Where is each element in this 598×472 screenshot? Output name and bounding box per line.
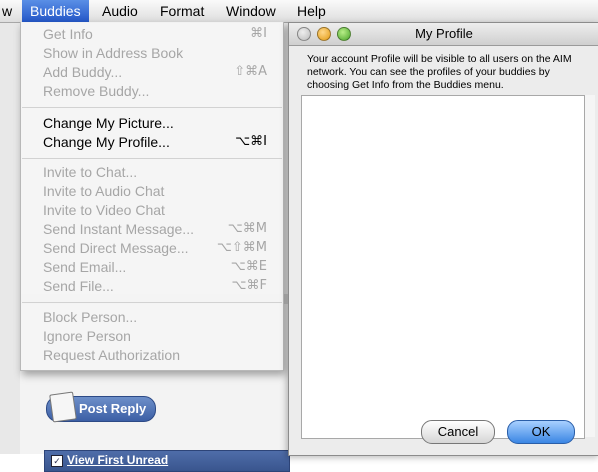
menu-audio[interactable]: Audio	[102, 0, 138, 22]
checkbox-icon: ✓	[51, 455, 63, 467]
menu-item-ignore-person[interactable]: Ignore Person	[21, 327, 283, 346]
post-reply-label: Post Reply	[79, 401, 147, 416]
background-left-strip	[0, 22, 20, 454]
view-first-unread-link[interactable]: View First Unread	[67, 453, 168, 467]
menu-item-invite-to-chat[interactable]: Invite to Chat...	[21, 163, 283, 182]
menu-item-send-direct-message[interactable]: Send Direct Message... ⌥⇧⌘M	[21, 239, 283, 258]
menu-item-invite-to-audio-chat[interactable]: Invite to Audio Chat	[21, 182, 283, 201]
menu-item-request-authorization[interactable]: Request Authorization	[21, 346, 283, 365]
menu-item-send-email[interactable]: Send Email... ⌥⌘E	[21, 258, 283, 277]
buddies-menu: Get Info ⌘I Show in Address Book Add Bud…	[20, 22, 284, 371]
post-reply-button[interactable]: Post Reply	[46, 391, 156, 423]
menu-item-remove-buddy[interactable]: Remove Buddy...	[21, 82, 283, 101]
menu-item-change-my-profile[interactable]: Change My Profile... ⌥⌘I	[21, 133, 283, 152]
menu-item-send-instant-message[interactable]: Send Instant Message... ⌥⌘M	[21, 220, 283, 239]
menu-window[interactable]: Window	[226, 0, 276, 22]
editor-scrollbar[interactable]	[585, 95, 595, 437]
menu-item-change-my-picture[interactable]: Change My Picture...	[21, 114, 283, 133]
my-profile-window: My Profile Your account Profile will be …	[288, 22, 598, 456]
menu-item-show-in-address-book[interactable]: Show in Address Book	[21, 44, 283, 63]
profile-description: Your account Profile will be visible to …	[307, 53, 572, 91]
menu-item-get-info[interactable]: Get Info ⌘I	[21, 25, 283, 44]
menu-bar: w Buddies Audio Format Window Help	[0, 0, 598, 23]
menu-separator	[22, 107, 282, 108]
menu-separator	[22, 302, 282, 303]
ok-button[interactable]: OK	[507, 420, 575, 444]
view-first-unread-bar[interactable]: ✓ View First Unread	[44, 450, 290, 472]
menu-window-partial[interactable]: w	[2, 0, 12, 22]
cancel-button[interactable]: Cancel	[421, 420, 495, 444]
window-title: My Profile	[415, 26, 473, 41]
menu-item-block-person[interactable]: Block Person...	[21, 308, 283, 327]
post-reply-icon	[49, 391, 77, 423]
menu-separator	[22, 158, 282, 159]
window-title-bar[interactable]: My Profile	[289, 23, 598, 46]
menu-format[interactable]: Format	[160, 0, 204, 22]
menu-buddies[interactable]: Buddies	[22, 0, 89, 22]
menu-item-add-buddy[interactable]: Add Buddy... ⇧⌘A	[21, 63, 283, 82]
profile-text-editor[interactable]	[301, 95, 585, 439]
menu-help[interactable]: Help	[297, 0, 326, 22]
menu-item-invite-to-video-chat[interactable]: Invite to Video Chat	[21, 201, 283, 220]
menu-item-send-file[interactable]: Send File... ⌥⌘F	[21, 277, 283, 296]
